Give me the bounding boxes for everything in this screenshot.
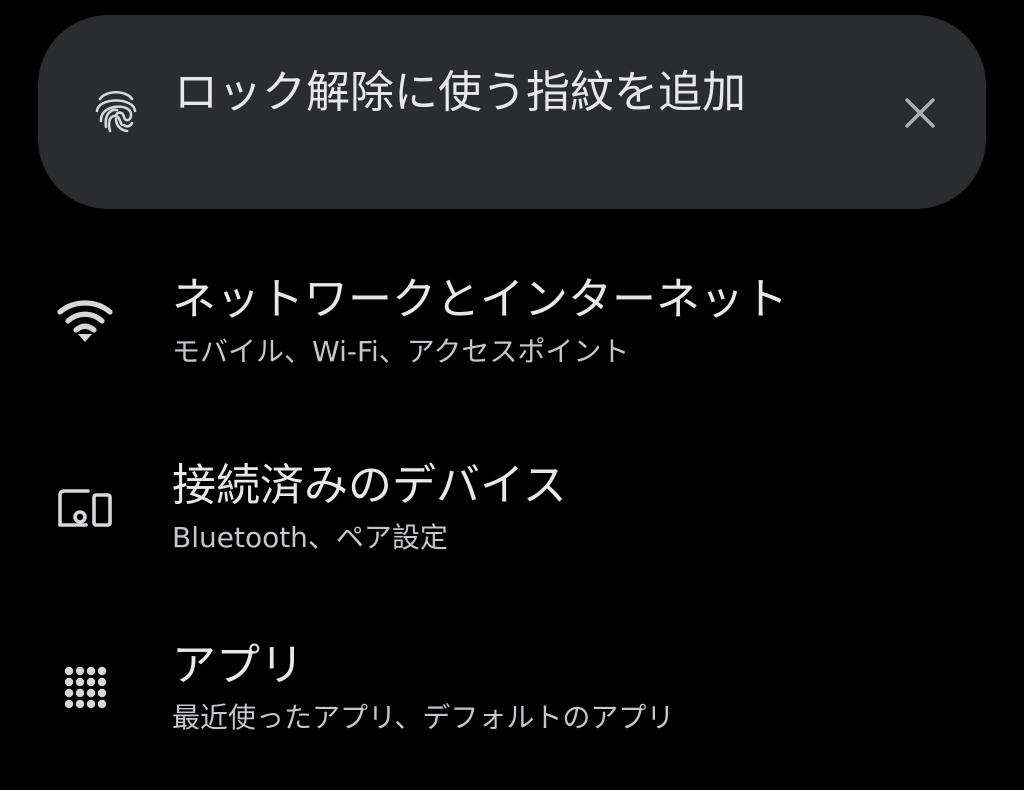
settings-item-title: ネットワークとインターネット bbox=[172, 274, 788, 325]
settings-item-summary: モバイル、Wi-Fi、アクセスポイント bbox=[172, 335, 630, 368]
settings-item-title: 接続済みのデバイス bbox=[172, 460, 567, 511]
wifi-icon bbox=[56, 292, 114, 350]
settings-item-title: アプリ bbox=[172, 640, 304, 691]
settings-item-apps[interactable]: アプリ 最近使ったアプリ、デフォルトのアプリ bbox=[0, 628, 1024, 788]
close-icon bbox=[905, 98, 935, 128]
settings-item-connected-devices[interactable]: 接続済みのデバイス Bluetooth、ペア設定 bbox=[0, 440, 1024, 600]
settings-item-summary: Bluetooth、ペア設定 bbox=[172, 521, 448, 554]
settings-item-network[interactable]: ネットワークとインターネット モバイル、Wi-Fi、アクセスポイント bbox=[0, 252, 1024, 412]
fingerprint-icon bbox=[92, 85, 140, 137]
apps-grid-icon bbox=[56, 658, 114, 716]
suggestion-title: ロック解除に使う指紋を追加 bbox=[174, 67, 746, 118]
settings-item-summary: 最近使ったアプリ、デフォルトのアプリ bbox=[172, 701, 675, 734]
fingerprint-suggestion-card[interactable]: ロック解除に使う指紋を追加 bbox=[38, 15, 986, 209]
devices-icon bbox=[56, 480, 114, 538]
dismiss-suggestion-button[interactable] bbox=[890, 83, 950, 143]
